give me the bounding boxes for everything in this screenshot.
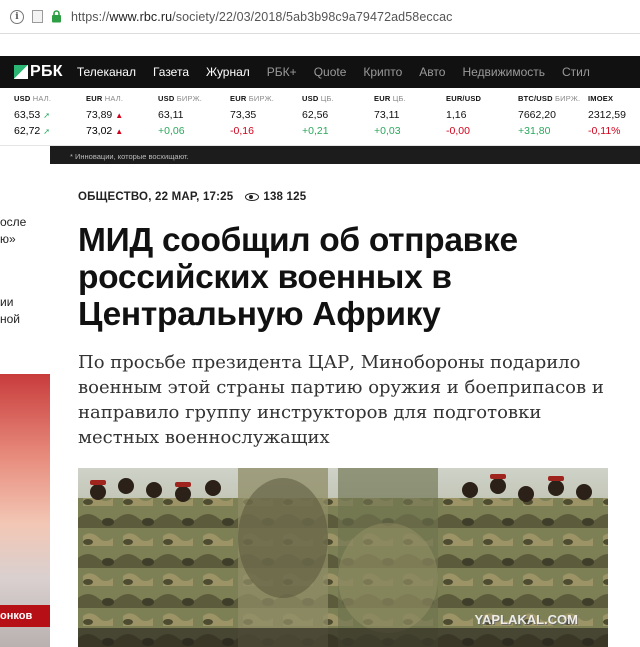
ticker-type: ЦБ. [320, 94, 334, 103]
ticker-symbol: BTC/USD [518, 94, 553, 103]
ticker-symbol: USD [158, 94, 175, 103]
arrow-up-icon: ➚ [43, 110, 50, 120]
ticker-label: EUR/USD [446, 94, 481, 103]
ticker[interactable]: USD ЦБ. 62,56 +0,21 [302, 94, 334, 137]
ticker-value: 73,89 [86, 109, 113, 121]
ticker[interactable]: EUR/USD 1,16 -0,00 [446, 94, 481, 137]
nav-item[interactable]: Quote [314, 65, 347, 79]
ticker-symbol: EUR [86, 94, 103, 103]
ticker-value-secondary: +0,21 [302, 125, 329, 137]
ticker-type: ЦБ. [392, 94, 406, 103]
ticker[interactable]: EUR ЦБ. 73,11 +0,03 [374, 94, 406, 137]
ticker-label: BTC/USD БИРЖ. [518, 94, 580, 103]
ticker-symbol: EUR [230, 94, 247, 103]
url-path: /society/22/03/2018/5ab3b98c9a79472ad58e… [172, 9, 453, 24]
ticker-value: 73,11 [374, 109, 400, 121]
nav-item[interactable]: Телеканал [77, 65, 136, 79]
ticker[interactable]: USD НАЛ. 63,53 ➚ 62,72 ➚ [14, 94, 51, 137]
ticker-type: БИРЖ. [555, 94, 581, 103]
info-icon[interactable]: i [10, 9, 24, 24]
nav-item[interactable]: Недвижимость [462, 65, 545, 79]
site-nav: РБК Телеканал Газета Журнал РБК+ Quote Крипто… [0, 56, 640, 88]
arrow-down-icon: ▲ [115, 110, 124, 120]
lock-icon[interactable] [49, 10, 63, 24]
ticker[interactable]: EUR БИРЖ. 73,35 -0,16 [230, 94, 274, 137]
left-promo-strip: онков [0, 605, 50, 627]
ticker-label: USD ЦБ. [302, 94, 334, 103]
ticker-value: 7662,20 [518, 109, 556, 121]
ticker-symbol: EUR [374, 94, 391, 103]
browser-address-bar[interactable]: i https://www.rbc.ru/society/22/03/2018/… [0, 0, 640, 34]
left-promo-text: онков [0, 610, 33, 622]
left-news-line: ю» [0, 232, 16, 246]
nav-item[interactable]: Стил [562, 65, 590, 79]
nav-item[interactable]: РБК+ [267, 65, 297, 79]
rbc-logo[interactable]: РБК [14, 63, 63, 81]
ticker-value-secondary: 62,72 [14, 125, 41, 137]
arrow-down-icon: ▲ [115, 126, 124, 136]
ticker-value: 62,56 [302, 109, 329, 121]
ticker-value-secondary: +0,06 [158, 125, 185, 137]
ticker-value-secondary: 73,02 [86, 125, 113, 137]
ticker-value-secondary: +31,80 [518, 125, 551, 137]
ticker-value: 1,16 [446, 109, 467, 121]
ad-banner[interactable]: * Инновации, которые восхищают. [50, 146, 640, 164]
ticker-type: БИРЖ. [176, 94, 202, 103]
nav-item[interactable]: Авто [419, 65, 445, 79]
ticker-value: 63,53 [14, 109, 41, 121]
left-news-item-2[interactable]: ии ной [0, 294, 20, 328]
article-category-date: ОБЩЕСТВО, 22 МАР, 17:25 [78, 191, 234, 203]
rbc-logo-text: РБК [30, 63, 63, 80]
ticker[interactable]: EUR НАЛ. 73,89 ▲ 73,02 ▲ [86, 94, 123, 137]
ticker[interactable]: USD БИРЖ. 63,11 +0,06 [158, 94, 202, 137]
nav-item[interactable]: Журнал [206, 65, 250, 79]
url-host: www.rbc.ru [109, 9, 173, 24]
ticker-symbol: EUR/USD [446, 94, 482, 103]
url-scheme: https:// [71, 9, 110, 24]
ticker-label: IMOEX [588, 94, 626, 103]
ticker-symbol: USD [14, 94, 31, 103]
ticker-type: НАЛ. [32, 94, 52, 103]
ticker-value-secondary: -0,11% [588, 125, 621, 137]
left-news-item-1[interactable]: осле ю» [0, 214, 26, 248]
ticker-value: 73,35 [230, 109, 257, 121]
ticker-value: 2312,59 [588, 109, 626, 121]
ticker[interactable]: IMOEX 2312,59 -0,11% [588, 94, 626, 137]
ticker[interactable]: BTC/USD БИРЖ. 7662,20 +31,80 [518, 94, 580, 137]
ad-banner-text: * Инновации, которые восхищают. [70, 152, 189, 161]
ticker-value: 63,11 [158, 109, 184, 121]
ticker-value-secondary: -0,00 [446, 125, 470, 137]
eye-icon [245, 193, 260, 201]
ticker-label: EUR ЦБ. [374, 94, 406, 103]
left-news-line: ной [0, 312, 21, 326]
left-news-line: осле [0, 215, 27, 229]
arrow-up-icon: ➚ [43, 126, 50, 136]
ticker-label: USD БИРЖ. [158, 94, 202, 103]
ticker-value-secondary: -0,16 [230, 125, 254, 137]
ticker-label: USD НАЛ. [14, 94, 51, 103]
rbc-logo-icon [14, 65, 28, 79]
ticker-symbol: USD [302, 94, 319, 103]
ticker-type: БИРЖ. [248, 94, 274, 103]
left-promo-image[interactable]: онков [0, 374, 50, 647]
nav-item[interactable]: Крипто [363, 65, 402, 79]
page-icon [32, 10, 43, 23]
ticker-value-secondary: +0,03 [374, 125, 401, 137]
spacer [0, 34, 640, 56]
article-photo: YAPLAKAL.COM [78, 468, 608, 647]
watermark: YAPLAKAL.COM [474, 612, 578, 627]
ticker-type: НАЛ. [104, 94, 124, 103]
ticker-label: EUR НАЛ. [86, 94, 123, 103]
url-text[interactable]: https://www.rbc.ru/society/22/03/2018/5a… [71, 10, 452, 24]
currency-tickers: USD НАЛ. 63,53 ➚ 62,72 ➚ EUR НАЛ. 73,89 ▲ 73,02 ▲… [0, 88, 640, 146]
left-news-line: ии [0, 295, 14, 309]
ticker-symbol: IMOEX [588, 94, 614, 103]
article-meta: ОБЩЕСТВО, 22 МАР, 17:25 138 125 [78, 191, 306, 203]
nav-item[interactable]: Газета [153, 65, 189, 79]
article-lead: По просьбе президента ЦАР, Минобороны по… [78, 352, 604, 448]
ticker-label: EUR БИРЖ. [230, 94, 274, 103]
article-views: 138 125 [263, 191, 307, 203]
article-headline: МИД сообщил об отправке российских военн… [78, 222, 518, 333]
